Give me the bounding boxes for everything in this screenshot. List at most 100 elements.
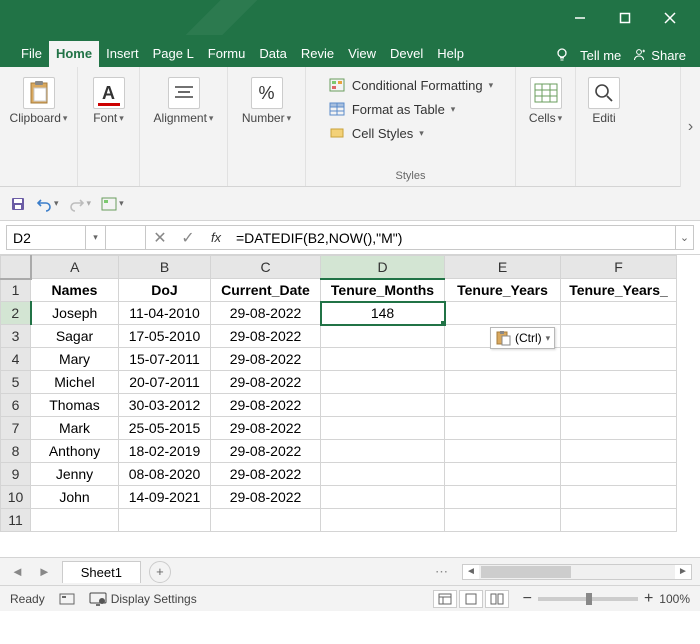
cell[interactable]: 17-05-2010 bbox=[119, 325, 211, 348]
row-header[interactable]: 4 bbox=[1, 348, 31, 371]
cell[interactable]: 30-03-2012 bbox=[119, 394, 211, 417]
sheet-tab[interactable]: Sheet1 bbox=[62, 561, 141, 583]
cell[interactable]: Tenure_Years_ bbox=[561, 279, 677, 302]
tell-me[interactable]: Tell me bbox=[580, 48, 621, 63]
add-sheet-button[interactable]: + bbox=[149, 561, 171, 583]
tab-pagel[interactable]: Page L bbox=[146, 41, 201, 67]
cell[interactable]: 29-08-2022 bbox=[211, 463, 321, 486]
cell[interactable]: 29-08-2022 bbox=[211, 371, 321, 394]
row-header[interactable]: 1 bbox=[1, 279, 31, 302]
cell[interactable] bbox=[321, 486, 445, 509]
cell[interactable] bbox=[445, 509, 561, 532]
view-normal-button[interactable] bbox=[433, 590, 457, 608]
row-header[interactable]: 8 bbox=[1, 440, 31, 463]
save-button[interactable] bbox=[10, 196, 26, 212]
name-box[interactable]: D2 bbox=[6, 225, 86, 250]
tab-revie[interactable]: Revie bbox=[294, 41, 341, 67]
cell[interactable]: Sagar bbox=[31, 325, 119, 348]
column-header[interactable]: C bbox=[211, 256, 321, 279]
row-header[interactable]: 5 bbox=[1, 371, 31, 394]
cell[interactable]: 11-04-2010 bbox=[119, 302, 211, 325]
column-header[interactable]: B bbox=[119, 256, 211, 279]
cell[interactable]: 20-07-2011 bbox=[119, 371, 211, 394]
cell[interactable] bbox=[445, 486, 561, 509]
row-header[interactable]: 2 bbox=[1, 302, 31, 325]
formula-input[interactable] bbox=[230, 230, 675, 246]
cell[interactable]: 14-09-2021 bbox=[119, 486, 211, 509]
tab-devel[interactable]: Devel bbox=[383, 41, 430, 67]
alignment-button[interactable]: Alignment▾ bbox=[146, 73, 222, 129]
cell[interactable]: Michel bbox=[31, 371, 119, 394]
fx-button[interactable]: fx bbox=[202, 226, 230, 249]
number-button[interactable]: % Number▾ bbox=[234, 73, 299, 129]
conditional-formatting-button[interactable]: Conditional Formatting ▾ bbox=[324, 75, 497, 95]
column-header[interactable]: E bbox=[445, 256, 561, 279]
zoom-control[interactable]: − + 100% bbox=[523, 590, 690, 608]
cell[interactable] bbox=[561, 440, 677, 463]
undo-button[interactable]: ▾ bbox=[36, 196, 59, 212]
cell[interactable]: Current_Date bbox=[211, 279, 321, 302]
cell[interactable] bbox=[119, 509, 211, 532]
zoom-in-button[interactable]: + bbox=[644, 590, 653, 608]
row-header[interactable]: 7 bbox=[1, 417, 31, 440]
row-header[interactable]: 10 bbox=[1, 486, 31, 509]
view-page-break-button[interactable] bbox=[485, 590, 509, 608]
view-page-layout-button[interactable] bbox=[459, 590, 483, 608]
cell[interactable] bbox=[561, 348, 677, 371]
cell[interactable] bbox=[321, 440, 445, 463]
row-header[interactable]: 11 bbox=[1, 509, 31, 532]
paste-button[interactable]: Clipboard▾ bbox=[2, 73, 76, 129]
paste-options-button[interactable]: (Ctrl) ▾ bbox=[490, 327, 555, 349]
cell[interactable] bbox=[321, 325, 445, 348]
tab-help[interactable]: Help bbox=[430, 41, 471, 67]
spreadsheet-grid[interactable]: ABCDEF1NamesDoJCurrent_DateTenure_Months… bbox=[0, 255, 700, 557]
cell[interactable]: 29-08-2022 bbox=[211, 348, 321, 371]
cell[interactable]: Tenure_Months bbox=[321, 279, 445, 302]
cell[interactable]: 29-08-2022 bbox=[211, 440, 321, 463]
minimize-button[interactable] bbox=[557, 3, 602, 33]
cell[interactable] bbox=[445, 302, 561, 325]
column-header[interactable]: F bbox=[561, 256, 677, 279]
redo-button[interactable]: ▾ bbox=[69, 196, 92, 212]
cell[interactable] bbox=[561, 509, 677, 532]
row-header[interactable]: 9 bbox=[1, 463, 31, 486]
cell[interactable]: Jenny bbox=[31, 463, 119, 486]
cell[interactable] bbox=[321, 509, 445, 532]
cell[interactable] bbox=[321, 371, 445, 394]
cell[interactable]: 15-07-2011 bbox=[119, 348, 211, 371]
maximize-button[interactable] bbox=[602, 3, 647, 33]
column-header[interactable]: A bbox=[31, 256, 119, 279]
cell[interactable]: John bbox=[31, 486, 119, 509]
row-header[interactable]: 3 bbox=[1, 325, 31, 348]
ribbon-overflow-button[interactable]: › bbox=[680, 67, 700, 187]
cell[interactable]: 25-05-2015 bbox=[119, 417, 211, 440]
cell[interactable]: Mark bbox=[31, 417, 119, 440]
cell[interactable] bbox=[31, 509, 119, 532]
cell[interactable] bbox=[445, 394, 561, 417]
tab-view[interactable]: View bbox=[341, 41, 383, 67]
name-box-dropdown[interactable]: ▾ bbox=[86, 225, 106, 250]
sheet-nav-prev[interactable]: ◄ bbox=[8, 564, 27, 579]
zoom-out-button[interactable]: − bbox=[523, 590, 532, 608]
display-settings-button[interactable]: Display Settings bbox=[89, 592, 197, 606]
cell[interactable] bbox=[561, 417, 677, 440]
font-button[interactable]: A Font▾ bbox=[85, 73, 133, 129]
cell[interactable] bbox=[445, 440, 561, 463]
cell[interactable]: DoJ bbox=[119, 279, 211, 302]
cell-styles-button[interactable]: Cell Styles ▾ bbox=[324, 123, 497, 143]
close-button[interactable] bbox=[647, 3, 692, 33]
cell[interactable] bbox=[445, 463, 561, 486]
cell[interactable]: Joseph bbox=[31, 302, 119, 325]
cell[interactable]: 08-08-2020 bbox=[119, 463, 211, 486]
tab-home[interactable]: Home bbox=[49, 41, 99, 67]
cell[interactable] bbox=[561, 371, 677, 394]
cell[interactable]: 18-02-2019 bbox=[119, 440, 211, 463]
row-header[interactable]: 6 bbox=[1, 394, 31, 417]
sheet-tab-overflow[interactable]: ⋯ bbox=[435, 564, 448, 580]
tab-file[interactable]: File bbox=[14, 41, 49, 67]
cell[interactable] bbox=[321, 463, 445, 486]
cells-button[interactable]: Cells▾ bbox=[521, 73, 570, 129]
cell[interactable]: Tenure_Years bbox=[445, 279, 561, 302]
tab-data[interactable]: Data bbox=[252, 41, 293, 67]
enter-formula-button[interactable]: ✓ bbox=[174, 226, 202, 249]
